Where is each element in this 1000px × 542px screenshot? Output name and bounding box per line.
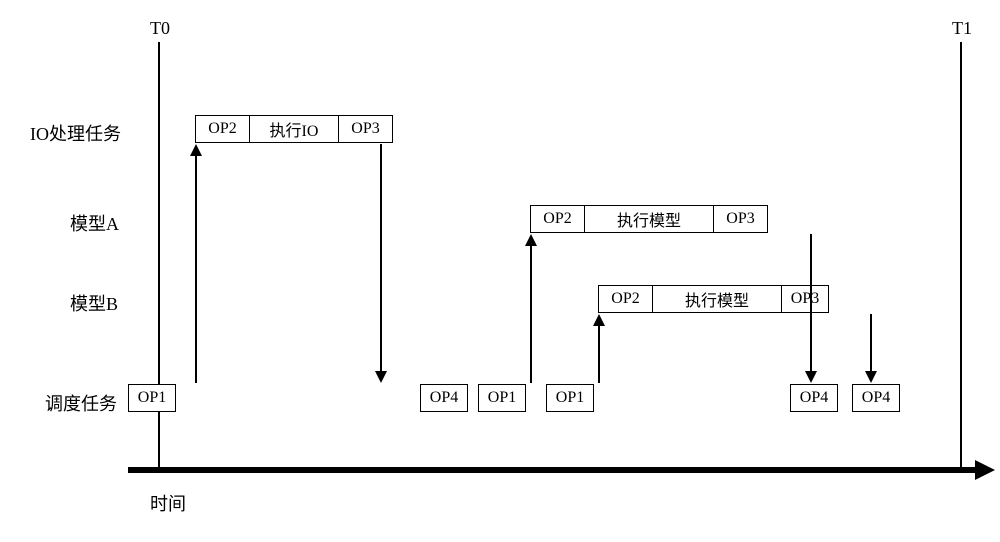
sched-op4-a: OP4 [420,384,468,412]
t0-label: T0 [150,18,170,39]
sched-op1-c: OP1 [546,384,594,412]
arrow-sched-to-modelb-head [593,314,605,326]
modelb-exec: 执行模型 [652,285,782,313]
sched-op1-a: OP1 [128,384,176,412]
t1-line [960,42,962,470]
arrow-modelb-to-sched [870,314,872,372]
arrow-sched-to-io-head [190,144,202,156]
modelb-op3: OP3 [781,285,829,313]
sched-op1-b: OP1 [478,384,526,412]
time-axis [128,467,978,473]
sched-op4-b: OP4 [790,384,838,412]
arrow-sched-to-io [195,155,197,383]
row-label-sched: 调度任务 [45,390,117,416]
row-label-io: IO处理任务 [30,120,121,146]
modela-op2: OP2 [530,205,585,233]
arrow-modela-to-sched [810,234,812,372]
modelb-op2: OP2 [598,285,653,313]
sched-op4-c: OP4 [852,384,900,412]
row-label-model-a: 模型A [70,210,119,236]
io-op3: OP3 [338,115,393,143]
arrow-sched-to-modela [530,245,532,383]
row-label-model-b: 模型B [70,290,118,316]
time-axis-arrowhead [975,460,995,480]
io-op2: OP2 [195,115,250,143]
arrow-modelb-to-sched-head [865,371,877,383]
t1-label: T1 [952,18,972,39]
arrow-io-to-sched [380,144,382,372]
time-axis-label: 时间 [150,490,186,516]
modela-exec: 执行模型 [584,205,714,233]
io-exec: 执行IO [249,115,339,143]
modela-op3: OP3 [713,205,768,233]
arrow-io-to-sched-head [375,371,387,383]
arrow-sched-to-modelb [598,325,600,383]
diagram-stage: T0 T1 IO处理任务 模型A 模型B 调度任务 OP1 OP4 OP1 OP… [0,0,1000,542]
arrow-modela-to-sched-head [805,371,817,383]
arrow-sched-to-modela-head [525,234,537,246]
